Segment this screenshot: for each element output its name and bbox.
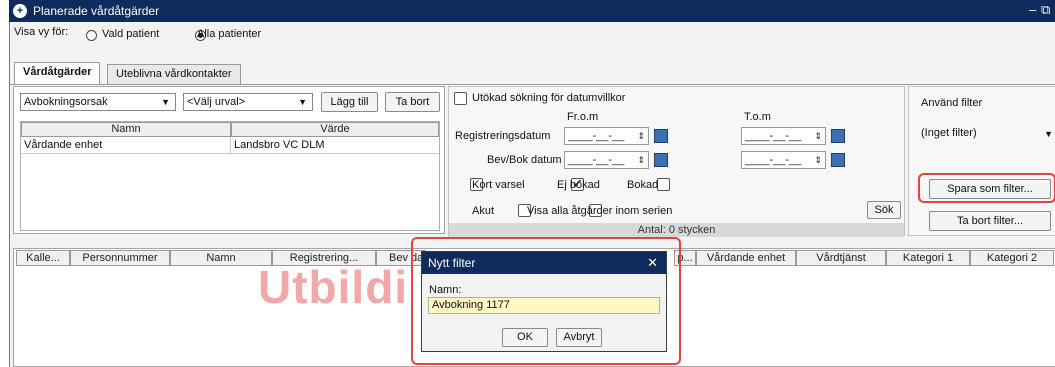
window-titlebar: + Planerade vårdåtgärder – ⧉ [9, 0, 1055, 22]
acute-label: Akut [472, 205, 495, 217]
booked-checkbox[interactable] [657, 178, 671, 191]
search-button[interactable]: Sök [867, 201, 901, 219]
booking-date-label: Bev/Bok datum [487, 154, 562, 166]
minimize-button[interactable]: – [1029, 2, 1036, 17]
registration-date-label: Registreringsdatum [455, 130, 551, 142]
reason-select[interactable]: Avbokningsorsak ▼ [20, 93, 176, 111]
date-panel: Utökad sökning för datumvillkor Fr.o.m T… [448, 86, 905, 237]
result-count: Antal: 0 stycken [449, 223, 904, 237]
close-icon[interactable]: ✕ [647, 252, 658, 274]
results-col-vardtjanst[interactable]: Vårdtjänst [796, 250, 886, 266]
results-col-kategori-1[interactable]: Kategori 1 [886, 250, 970, 266]
calendar-icon[interactable] [831, 129, 845, 143]
results-col-namn[interactable]: Namn [170, 250, 272, 266]
criteria-col-name: Namn [21, 122, 231, 137]
dialog-cancel-button[interactable]: Avbryt [556, 328, 602, 347]
show-for-label: Visa vy för: [14, 26, 69, 38]
chevron-down-icon: ▼ [298, 97, 307, 107]
results-col-kalle[interactable]: Kalle... [16, 250, 70, 266]
criteria-table: Namn Värde Vårdande enhet Landsbro VC DL… [20, 121, 440, 231]
calendar-icon[interactable] [831, 153, 845, 167]
radio-selected-patient[interactable] [86, 29, 97, 41]
not-booked-label: Ej bokad [557, 179, 600, 191]
extended-search-checkbox[interactable] [454, 92, 467, 105]
criteria-panel: Avbokningsorsak ▼ <Välj urval> ▼ Lägg ti… [13, 86, 445, 234]
spinner-icon[interactable]: ⇕ [637, 152, 645, 168]
chevron-down-icon: ▼ [161, 97, 170, 107]
tab-vardatgarder[interactable]: Vårdåtgärder [14, 62, 101, 84]
criteria-col-value: Värde [231, 122, 439, 137]
registration-from-input[interactable]: ____-__-__ ⇕ [564, 127, 649, 145]
to-label: T.o.m [744, 111, 771, 123]
radio-selected-patient-label: Vald patient [102, 28, 160, 40]
dialog-title: Nytt filter ✕ [422, 252, 666, 274]
calendar-icon[interactable] [654, 129, 668, 143]
table-row[interactable]: Vårdande enhet Landsbro VC DLM [21, 137, 439, 154]
restore-button[interactable]: ⧉ [1041, 2, 1050, 18]
calendar-icon[interactable] [654, 153, 668, 167]
delete-filter-button[interactable]: Ta bort filter... [929, 211, 1051, 231]
cell-divider [230, 137, 231, 154]
results-col-kategori-2[interactable]: Kategori 2 [970, 250, 1054, 266]
results-col-personnummer[interactable]: Personnummer [70, 250, 170, 266]
short-notice-label: Kort varsel [472, 179, 525, 191]
dialog-ok-button[interactable]: OK [502, 328, 548, 347]
extended-search-label: Utökad sökning för datumvillkor [472, 92, 626, 104]
chevron-down-icon: ▼ [1044, 129, 1053, 139]
filter-panel: Använd filter (Inget filter) ▼ Spara som… [908, 86, 1055, 236]
filter-name-input[interactable]: Avbokning 1177 [428, 297, 660, 314]
new-filter-dialog: Nytt filter ✕ Namn: Avbokning 1177 OK Av… [421, 251, 667, 352]
remove-button[interactable]: Ta bort [385, 92, 440, 112]
criteria-cell-value: Landsbro VC DLM [234, 139, 325, 151]
save-filter-highlight [918, 173, 1055, 203]
booking-from-input[interactable]: ____-__-__ ⇕ [564, 151, 649, 169]
window-title: Planerade vårdåtgärder [33, 4, 160, 18]
from-label: Fr.o.m [567, 111, 599, 123]
booking-to-input[interactable]: ____-__-__ ⇕ [741, 151, 826, 169]
show-all-series-label: Visa alla åtgärder inom serien [527, 205, 673, 217]
filter-select[interactable]: (Inget filter) ▼ [919, 125, 1055, 143]
criteria-cell-name: Vårdande enhet [24, 139, 103, 151]
radio-all-patients-label: Alla patienter [197, 28, 262, 40]
left-gutter [0, 0, 9, 367]
filter-label: Använd filter [921, 97, 983, 109]
results-col-vardande-enhet[interactable]: Vårdande enhet [696, 250, 796, 266]
add-button[interactable]: Lägg till [321, 92, 378, 112]
choice-select[interactable]: <Välj urval> ▼ [183, 93, 313, 111]
spinner-icon[interactable]: ⇕ [814, 128, 822, 144]
tab-uteblivna-vardkontakter[interactable]: Uteblivna vårdkontakter [107, 64, 241, 84]
watermark: Utbildi [258, 261, 409, 313]
spinner-icon[interactable]: ⇕ [637, 128, 645, 144]
app-plus-icon: + [13, 4, 27, 18]
tab-divider [10, 84, 1055, 85]
booked-label: Bokad [627, 179, 659, 191]
dialog-name-label: Namn: [429, 284, 462, 296]
spinner-icon[interactable]: ⇕ [814, 152, 822, 168]
registration-to-input[interactable]: ____-__-__ ⇕ [741, 127, 826, 145]
